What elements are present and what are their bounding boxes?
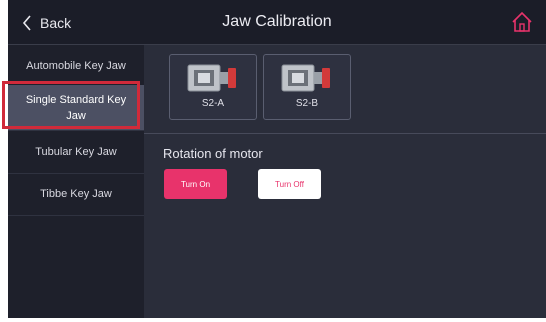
sidebar-item-automobile-key-jaw[interactable]: Automobile Key Jaw <box>8 45 144 88</box>
sidebar-item-label: Tubular Key Jaw <box>35 146 117 158</box>
sidebar-item-label: Automobile Key Jaw <box>26 60 126 72</box>
main-panel: S2-A S2-B Rotation of motor Turn On Turn… <box>144 45 546 318</box>
sidebar-item-label: Single Standard Key Jaw <box>25 93 127 122</box>
jaw-clamp-icon <box>187 64 236 92</box>
sidebar: Automobile Key Jaw Single Standard Key J… <box>8 45 144 318</box>
header-bar: Back Jaw Calibration <box>8 0 546 45</box>
sidebar-item-tibbe-key-jaw[interactable]: Tibbe Key Jaw <box>8 173 144 216</box>
page-title: Jaw Calibration <box>222 13 332 30</box>
jaw-label: S2-A <box>201 98 225 109</box>
jaw-option-s2-b[interactable]: S2-B <box>263 54 351 120</box>
home-button[interactable] <box>510 10 534 34</box>
turn-on-button[interactable]: Turn On <box>164 169 227 199</box>
jaw-label: S2-B <box>295 98 319 109</box>
sidebar-item-label: Tibbe Key Jaw <box>40 188 112 200</box>
jaw-clamp-icon <box>281 64 330 92</box>
sidebar-item-single-standard-key-jaw[interactable]: Single Standard Key Jaw <box>8 85 144 131</box>
jaw-option-s2-a[interactable]: S2-A <box>169 54 257 120</box>
motor-section-title: Rotation of motor <box>163 146 263 161</box>
divider <box>144 133 546 134</box>
sidebar-item-tubular-key-jaw[interactable]: Tubular Key Jaw <box>8 131 144 174</box>
turn-off-button[interactable]: Turn Off <box>258 169 321 199</box>
app-screen: Back Jaw Calibration Automobile Key Jaw … <box>8 0 546 318</box>
home-icon <box>512 11 532 32</box>
